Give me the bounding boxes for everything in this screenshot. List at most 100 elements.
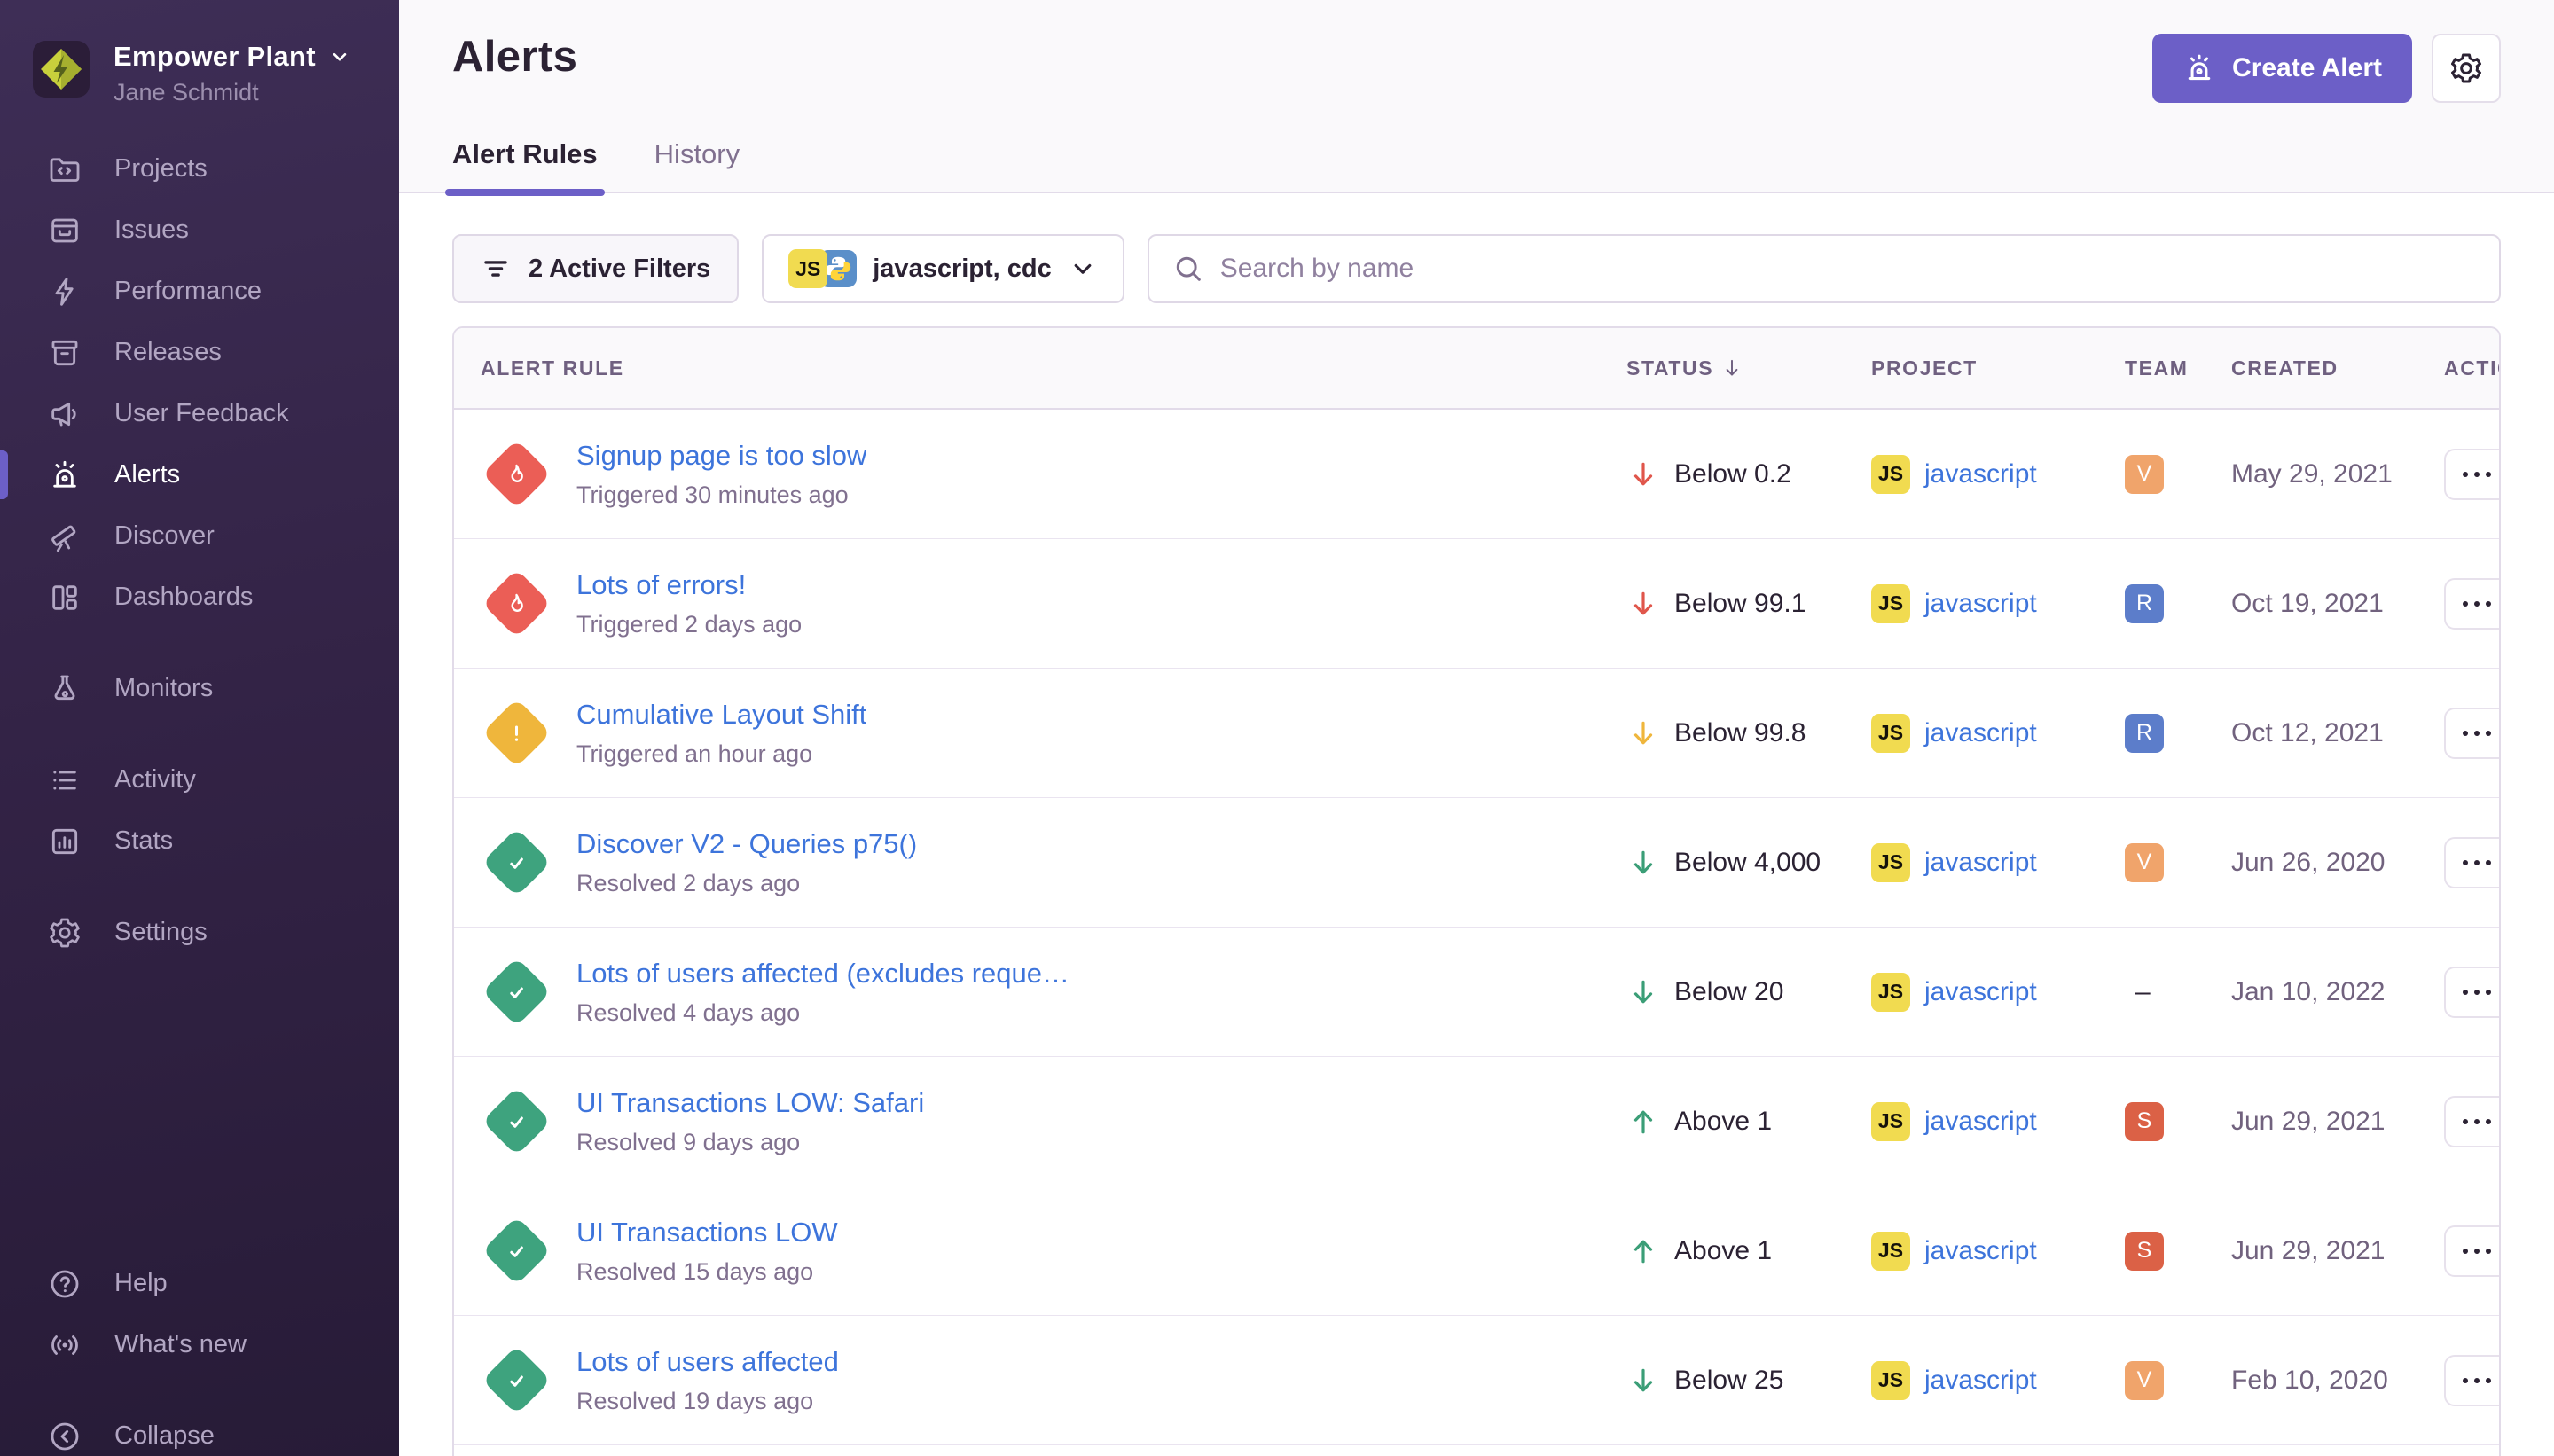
status-text: Below 99.1 — [1674, 589, 1806, 619]
org-switcher[interactable]: Empower Plant Jane Schmidt — [0, 0, 399, 106]
team-cell: S — [2125, 1102, 2231, 1141]
alert-rule-link[interactable]: Lots of users affected (excludes reque… — [576, 958, 1069, 990]
sidebar-item-releases[interactable]: Releases — [0, 322, 399, 383]
tab-history[interactable]: History — [654, 138, 740, 192]
row-actions-button[interactable] — [2444, 967, 2501, 1018]
status-cell: Below 0.2 — [1626, 458, 1871, 491]
sidebar-nav: Projects Issues Performance Releases User Fe… — [0, 138, 399, 963]
severity-warning-icon — [481, 698, 552, 769]
sidebar-item-user-feedback[interactable]: User Feedback — [0, 383, 399, 444]
table-header: ALERT RULE STATUS PROJECT TEAM CREATED A… — [454, 328, 2499, 410]
status-cell: Below 20 — [1626, 975, 1871, 1009]
sidebar-item-help[interactable]: Help — [0, 1253, 399, 1314]
alert-rule-row: Lots of errors! Triggered 2 days ago Bel… — [454, 539, 2499, 669]
alert-rule-subtitle: Resolved 4 days ago — [576, 999, 1069, 1027]
sidebar-item-label: Monitors — [114, 674, 213, 703]
row-actions-button[interactable] — [2444, 708, 2501, 759]
column-header-status[interactable]: STATUS — [1626, 356, 1871, 380]
project-link[interactable]: javascript — [1924, 1107, 2037, 1137]
sidebar-item-label: Releases — [114, 338, 222, 367]
sidebar-item-label: Performance — [114, 277, 262, 306]
team-cell: V — [2125, 455, 2231, 494]
column-header-actions: ACTIONS — [2444, 356, 2501, 380]
project-link[interactable]: javascript — [1924, 459, 2037, 489]
created-date: May 29, 2021 — [2231, 459, 2444, 489]
user-name: Jane Schmidt — [114, 79, 351, 106]
arrow-down-icon — [1626, 975, 1660, 1009]
sidebar-item-discover[interactable]: Discover — [0, 505, 399, 567]
sidebar: Empower Plant Jane Schmidt Projects Issue… — [0, 0, 399, 1456]
status-text: Below 20 — [1674, 977, 1783, 1007]
sidebar-item-label: Projects — [114, 154, 208, 184]
arrow-down-icon — [1626, 458, 1660, 491]
alert-rule-link[interactable]: Signup page is too slow — [576, 440, 866, 472]
project-link[interactable]: javascript — [1924, 977, 2037, 1007]
sidebar-footer: HelpWhat's new Collapse — [0, 1253, 399, 1456]
project-link[interactable]: javascript — [1924, 718, 2037, 748]
settings-gear-button[interactable] — [2432, 34, 2501, 103]
project-link[interactable]: javascript — [1924, 589, 2037, 619]
sidebar-item-label: Dashboards — [114, 583, 253, 612]
help-icon — [47, 1266, 82, 1302]
project-link[interactable]: javascript — [1924, 1366, 2037, 1396]
active-filters-button[interactable]: 2 Active Filters — [452, 234, 739, 303]
sidebar-item-label: Stats — [114, 826, 173, 856]
projects-icon — [47, 152, 82, 187]
team-none: – — [2125, 977, 2151, 1006]
alert-rule-row: UI Transactions LOW: Safari Resolved 9 d… — [454, 1057, 2499, 1186]
alert-rule-link[interactable]: Discover V2 - Queries p75() — [576, 828, 917, 860]
status-cell: Above 1 — [1626, 1234, 1871, 1268]
stats-icon — [47, 824, 82, 859]
created-date: Jun 29, 2021 — [2231, 1107, 2444, 1137]
row-actions-button[interactable] — [2444, 449, 2501, 500]
sidebar-item-what-s-new[interactable]: What's new — [0, 1314, 399, 1375]
tab-alert-rules[interactable]: Alert Rules — [452, 138, 598, 192]
sidebar-item-stats[interactable]: Stats — [0, 810, 399, 872]
row-actions-button[interactable] — [2444, 1096, 2501, 1147]
search-input[interactable] — [1220, 254, 2476, 284]
content: 2 Active Filters JS javascript, cdc ALER… — [399, 193, 2554, 1456]
alert-rule-subtitle: Resolved 2 days ago — [576, 870, 917, 897]
sidebar-item-activity[interactable]: Activity — [0, 749, 399, 810]
javascript-platform-icon: JS — [1871, 973, 1910, 1012]
sidebar-item-collapse[interactable]: Collapse — [0, 1405, 399, 1456]
column-header-team: TEAM — [2125, 356, 2231, 380]
create-alert-button[interactable]: Create Alert — [2152, 34, 2412, 103]
alert-rule-subtitle: Triggered an hour ago — [576, 740, 866, 768]
sidebar-item-label: Collapse — [114, 1421, 215, 1451]
project-selector-label: javascript, cdc — [873, 254, 1052, 284]
team-cell: V — [2125, 1361, 2231, 1400]
team-avatar: V — [2125, 1361, 2164, 1400]
row-actions-button[interactable] — [2444, 837, 2501, 888]
sidebar-item-alerts[interactable]: Alerts — [0, 444, 399, 505]
sidebar-item-settings[interactable]: Settings — [0, 902, 399, 963]
alert-rule-link[interactable]: Cumulative Layout Shift — [576, 699, 866, 731]
platform-icons: JS — [788, 249, 857, 288]
sidebar-item-dashboards[interactable]: Dashboards — [0, 567, 399, 628]
sidebar-item-monitors[interactable]: Monitors — [0, 658, 399, 719]
created-date: Feb 10, 2020 — [2231, 1366, 2444, 1396]
team-cell: S — [2125, 1232, 2231, 1271]
alert-rule-link[interactable]: Lots of errors! — [576, 569, 802, 601]
severity-resolved-icon — [481, 1345, 552, 1416]
alert-rule-row: Lots of users affected Resolved 19 days … — [454, 1316, 2499, 1445]
project-selector[interactable]: JS javascript, cdc — [762, 234, 1124, 303]
alert-rule-row: Signup page is too slow Triggered 30 min… — [454, 410, 2499, 539]
row-actions-button[interactable] — [2444, 1355, 2501, 1406]
alert-rule-link[interactable]: UI Transactions LOW: Safari — [576, 1087, 924, 1119]
status-text: Below 99.8 — [1674, 718, 1806, 748]
sidebar-item-label: Discover — [114, 521, 215, 551]
page-header: Alerts Create Alert Alert RulesHistory — [399, 0, 2554, 193]
alert-rule-link[interactable]: UI Transactions LOW — [576, 1217, 838, 1249]
sidebar-item-performance[interactable]: Performance — [0, 261, 399, 322]
row-actions-button[interactable] — [2444, 578, 2501, 630]
project-link[interactable]: javascript — [1924, 848, 2037, 878]
javascript-platform-icon: JS — [1871, 584, 1910, 623]
column-header-created: CREATED — [2231, 356, 2444, 380]
sidebar-item-issues[interactable]: Issues — [0, 200, 399, 261]
team-cell: V — [2125, 843, 2231, 882]
row-actions-button[interactable] — [2444, 1225, 2501, 1277]
project-link[interactable]: javascript — [1924, 1236, 2037, 1266]
alert-rule-link[interactable]: Lots of users affected — [576, 1346, 839, 1378]
sidebar-item-projects[interactable]: Projects — [0, 138, 399, 200]
